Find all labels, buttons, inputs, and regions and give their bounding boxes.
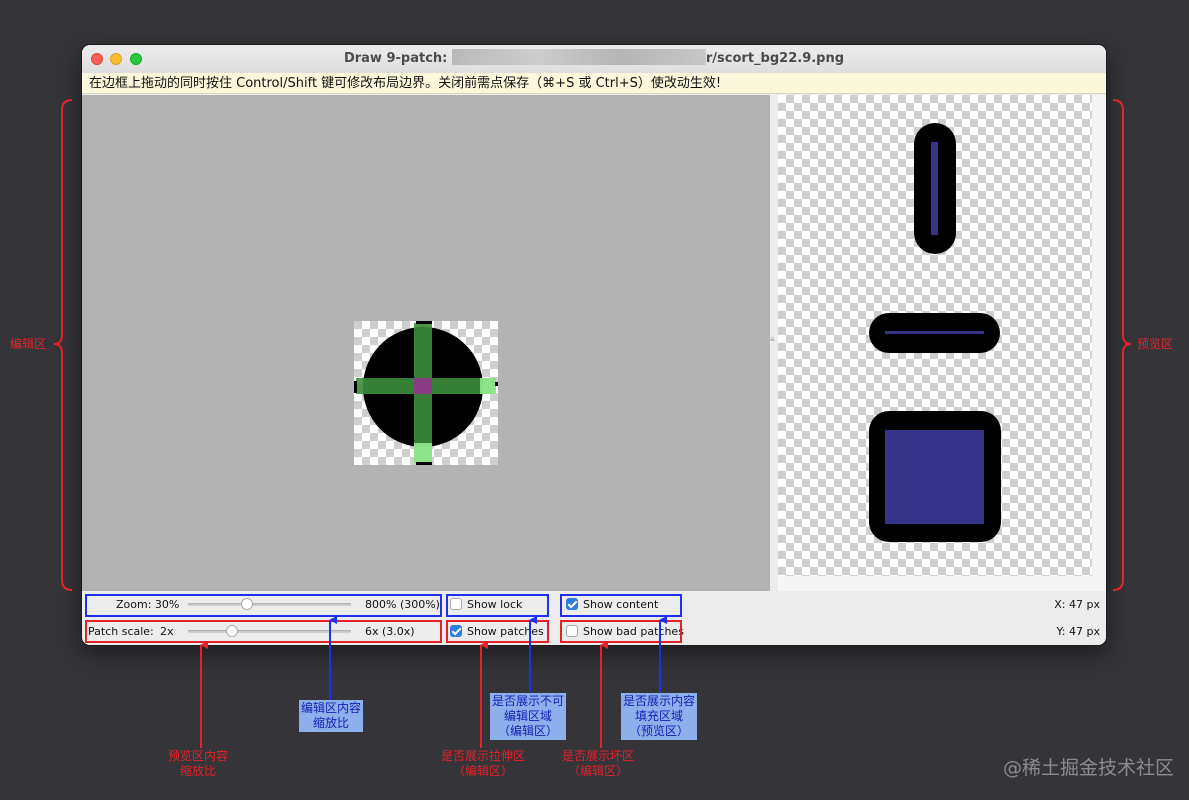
zoom-annotation: 编辑区内容 缩放比 [299,700,364,732]
show-lock-annotation: 是否展示不可 编辑区域 （编辑区） [490,693,567,740]
editor-area[interactable] [82,95,770,591]
show-patches-annotation: 是否展示拉伸区 （编辑区） [441,749,526,778]
split-divider[interactable]: ≡ [770,95,778,591]
preview-area-brace [1112,99,1132,591]
patch-scale-highlight-box [85,620,442,643]
watermark: @稀土掘金技术社区 [1003,757,1175,779]
editor-area-brace [53,99,73,591]
show-bad-patches-annotation: 是否展示坏区 （编辑区） [562,749,635,778]
nine-patch-image[interactable] [354,321,498,465]
title-bar[interactable]: Draw 9-patch: r/scort_bg22.9.png [82,45,1106,74]
show-lock-highlight-box [446,594,549,617]
patch-scale-annotation: 预览区内容 缩放比 [168,749,229,778]
title-prefix: Draw 9-patch: [343,51,452,66]
preview-vertical-content [931,142,938,235]
redacted-path [451,49,706,65]
title-filename: r/scort_bg22.9.png [705,51,845,66]
preview-horizontal-content [885,331,984,334]
show-content-annotation: 是否展示内容 填充区域 （预览区） [621,693,698,740]
window-title: Draw 9-patch: r/scort_bg22.9.png [82,45,1106,73]
preview-stretched-images [869,123,1001,542]
preview-area [778,95,1106,591]
show-content-highlight-box [560,594,682,617]
y-coordinate-readout: Y: 47 px [1056,625,1100,638]
zoom-highlight-box [85,594,442,617]
hint-bar: 在边框上拖动的同时按住 Control/Shift 键可修改布局边界。关闭前需点… [82,73,1106,94]
editor-area-label: 编辑区 [10,337,47,351]
draw9patch-window: Draw 9-patch: r/scort_bg22.9.png 在边框上拖动的… [82,45,1106,645]
split-handle-icon: ≡ [770,335,775,344]
show-bad-patches-highlight-box [560,620,682,643]
preview-canvas [778,95,1092,576]
preview-square-content [885,430,984,524]
preview-area-label: 预览区 [1137,337,1174,351]
x-coordinate-readout: X: 47 px [1054,598,1100,611]
show-patches-highlight-box [446,620,549,643]
